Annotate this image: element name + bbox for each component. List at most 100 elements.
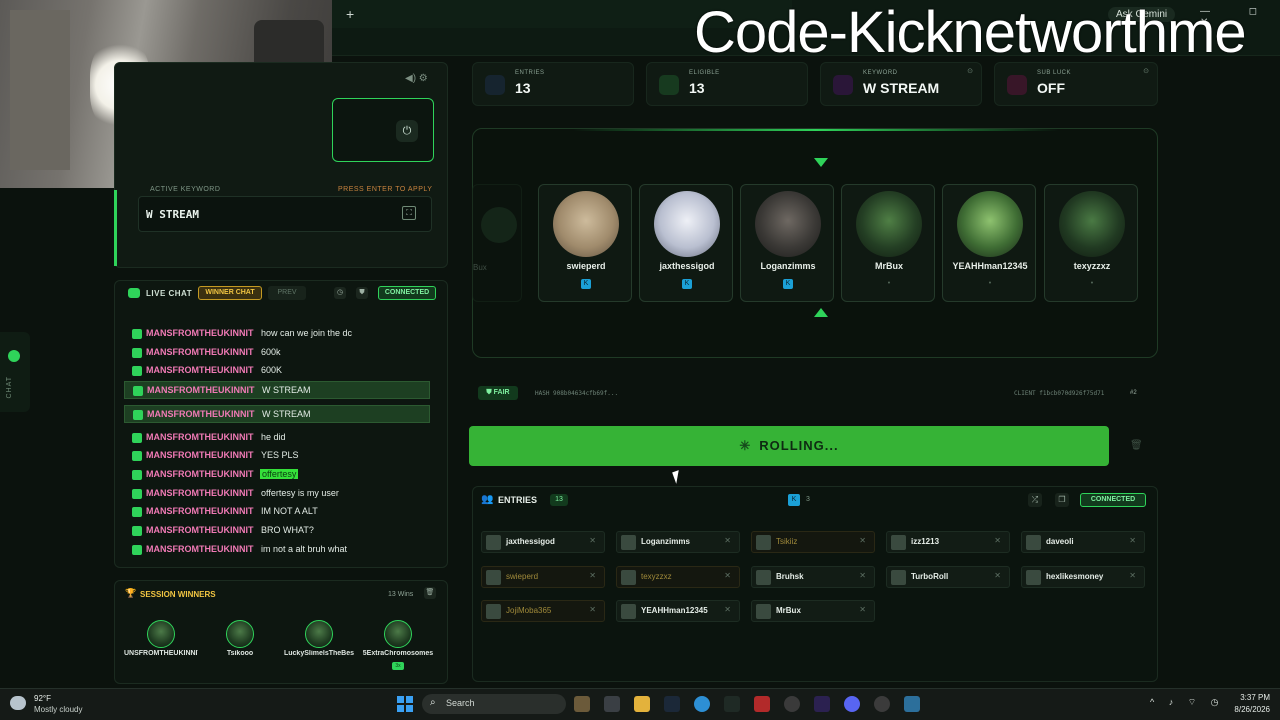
remove-icon[interactable]: ✕ [724, 536, 731, 545]
entry-item[interactable]: MrBux ✕ [751, 600, 875, 622]
entry-name: hexlikesmoney [1046, 572, 1104, 581]
chat-text: how can we join the dc [261, 328, 353, 338]
weather-desc[interactable]: Mostly cloudy [34, 705, 82, 714]
cat-widget-icon[interactable] [574, 696, 590, 712]
entry-item[interactable]: Tsikiiz ✕ [751, 531, 875, 553]
shuffle-icon[interactable]: ⤮ [1028, 493, 1042, 507]
search-icon: ⌕ [430, 697, 436, 708]
roulette-card: Loganzimms K [740, 184, 834, 302]
entry-name: TurboRoll [911, 572, 949, 581]
trash-icon[interactable]: 🗑 [424, 587, 436, 599]
system-tray[interactable]: ^ ♪ ⌔ ◷ [1150, 697, 1225, 708]
app-multicolor-icon[interactable] [874, 696, 890, 712]
remove-icon[interactable]: ✕ [994, 571, 1001, 580]
shield-icon[interactable]: ⛊ [356, 287, 368, 299]
roulette-card-name: Loganzimms [760, 261, 816, 271]
terminal-icon[interactable] [724, 696, 740, 712]
fair-badge[interactable]: ⛊ FAIR [478, 386, 518, 400]
remove-icon[interactable]: ✕ [859, 571, 866, 580]
entry-item[interactable]: YEAHHman12345 ✕ [616, 600, 740, 622]
entry-item[interactable]: izz1213 ✕ [886, 531, 1010, 553]
edit-icon[interactable]: ⊙ [967, 67, 973, 75]
weather-temp[interactable]: 92°F [34, 694, 51, 703]
windows-start-button[interactable] [397, 696, 413, 712]
entry-item[interactable]: hexlikesmoney ✕ [1021, 566, 1145, 588]
chrome-icon[interactable] [694, 696, 710, 712]
chat-username[interactable]: MANSFROMTHEUKINNIT [146, 488, 254, 498]
remove-icon[interactable]: ✕ [724, 605, 731, 614]
remove-icon[interactable]: ✕ [589, 536, 596, 545]
entry-item[interactable]: daveoli ✕ [1021, 531, 1145, 553]
remove-icon[interactable]: ✕ [859, 536, 866, 545]
chat-message: MANSFROMTHEUKINNIT 600K [124, 362, 430, 380]
winner-card[interactable]: UNSFROMTHEUKINNIT [124, 616, 198, 678]
entry-item[interactable]: Loganzimms ✕ [616, 531, 740, 553]
discord-icon[interactable] [844, 696, 860, 712]
task-view-icon[interactable] [604, 696, 620, 712]
chat-username[interactable]: MANSFROMTHEUKINNIT [146, 469, 254, 479]
clock-time[interactable]: 3:37 PM [1236, 693, 1270, 702]
chat-message: MANSFROMTHEUKINNIT W STREAM [124, 405, 430, 423]
power-icon[interactable]: ⏻ [396, 120, 418, 142]
chat-username[interactable]: MANSFROMTHEUKINNIT [146, 365, 254, 375]
chat-username[interactable]: MANSFROMTHEUKINNIT [146, 328, 254, 338]
chat-username[interactable]: MANSFROMTHEUKINNIT [146, 544, 254, 554]
webcam-door [10, 10, 70, 170]
notepad-icon[interactable] [904, 696, 920, 712]
remove-icon[interactable]: ✕ [859, 605, 866, 614]
chat-username[interactable]: MANSFROMTHEUKINNIT [146, 525, 254, 535]
active-keyword-label: ACTIVE KEYWORD [150, 186, 221, 193]
copy-icon[interactable]: ❐ [1055, 493, 1069, 507]
chat-text: he did [261, 432, 286, 442]
steam-icon[interactable] [664, 696, 680, 712]
roll-button[interactable]: ✳ ROLLING... [469, 426, 1109, 466]
winner-card[interactable]: LuckySlimelsTheBes [282, 616, 356, 678]
keyword-hint: PRESS ENTER TO APPLY [338, 186, 433, 193]
kick-icon: K [682, 279, 692, 289]
remove-icon[interactable]: ✕ [1129, 571, 1136, 580]
entry-item[interactable]: texyzzxz ✕ [616, 566, 740, 588]
new-tab-button[interactable]: + [346, 6, 354, 22]
remove-icon[interactable]: ✕ [994, 536, 1001, 545]
remove-icon[interactable]: ✕ [589, 605, 596, 614]
avatar [481, 207, 517, 243]
winner-card[interactable]: Tsikooo [203, 616, 277, 678]
chat-username[interactable]: MANSFROMTHEUKINNIT [147, 409, 255, 419]
entry-item[interactable]: Bruhsk ✕ [751, 566, 875, 588]
trash-icon[interactable]: 🗑 [1130, 440, 1143, 451]
file-explorer-icon[interactable] [634, 696, 650, 712]
edit-icon[interactable]: ⊙ [1143, 67, 1149, 75]
panel-settings-icons[interactable]: ◀) ⚙ [405, 73, 428, 84]
expand-icon[interactable]: ⛶ [402, 206, 416, 220]
remove-icon[interactable]: ✕ [1129, 536, 1136, 545]
chat-username[interactable]: MANSFROMTHEUKINNIT [147, 385, 255, 395]
winner-card[interactable]: 5ExtraChromosomes 3x [361, 616, 435, 678]
taskbar-search-placeholder: Search [446, 698, 475, 708]
remove-icon[interactable]: ✕ [724, 571, 731, 580]
chat-username[interactable]: MANSFROMTHEUKINNIT [146, 506, 254, 516]
obs-icon[interactable] [814, 696, 830, 712]
cloud-icon[interactable] [10, 696, 26, 710]
hash-value[interactable]: HASH 908b04634cfb69f... [535, 390, 618, 397]
clock-icon[interactable]: ◷ [334, 287, 346, 299]
chat-message: MANSFROMTHEUKINNIT offertesy [124, 466, 430, 484]
chat-username[interactable]: MANSFROMTHEUKINNIT [146, 432, 254, 442]
entry-item[interactable]: TurboRoll ✕ [886, 566, 1010, 588]
chat-text: im not a alt bruh what [261, 544, 348, 554]
entry-item[interactable]: JojiMoba365 ✕ [481, 600, 605, 622]
app-g-icon[interactable] [784, 696, 800, 712]
taskbar-search-input[interactable] [422, 694, 566, 714]
app-red-icon[interactable] [754, 696, 770, 712]
clock-date[interactable]: 8/26/2026 [1226, 705, 1270, 714]
tab-prev[interactable]: PREV [268, 286, 306, 300]
remove-icon[interactable]: ✕ [589, 571, 596, 580]
entry-name: JojiMoba365 [506, 606, 552, 615]
chat-username[interactable]: MANSFROMTHEUKINNIT [146, 450, 254, 460]
avatar [147, 620, 175, 648]
dot-icon: • [887, 280, 891, 287]
chat-username[interactable]: MANSFROMTHEUKINNIT [146, 347, 254, 357]
entry-item[interactable]: swieperd ✕ [481, 566, 605, 588]
tab-winner-chat[interactable]: WINNER CHAT [198, 286, 262, 300]
entry-item[interactable]: jaxthessigod ✕ [481, 531, 605, 553]
sidebar-chat-tab[interactable]: CHAT [0, 332, 30, 412]
